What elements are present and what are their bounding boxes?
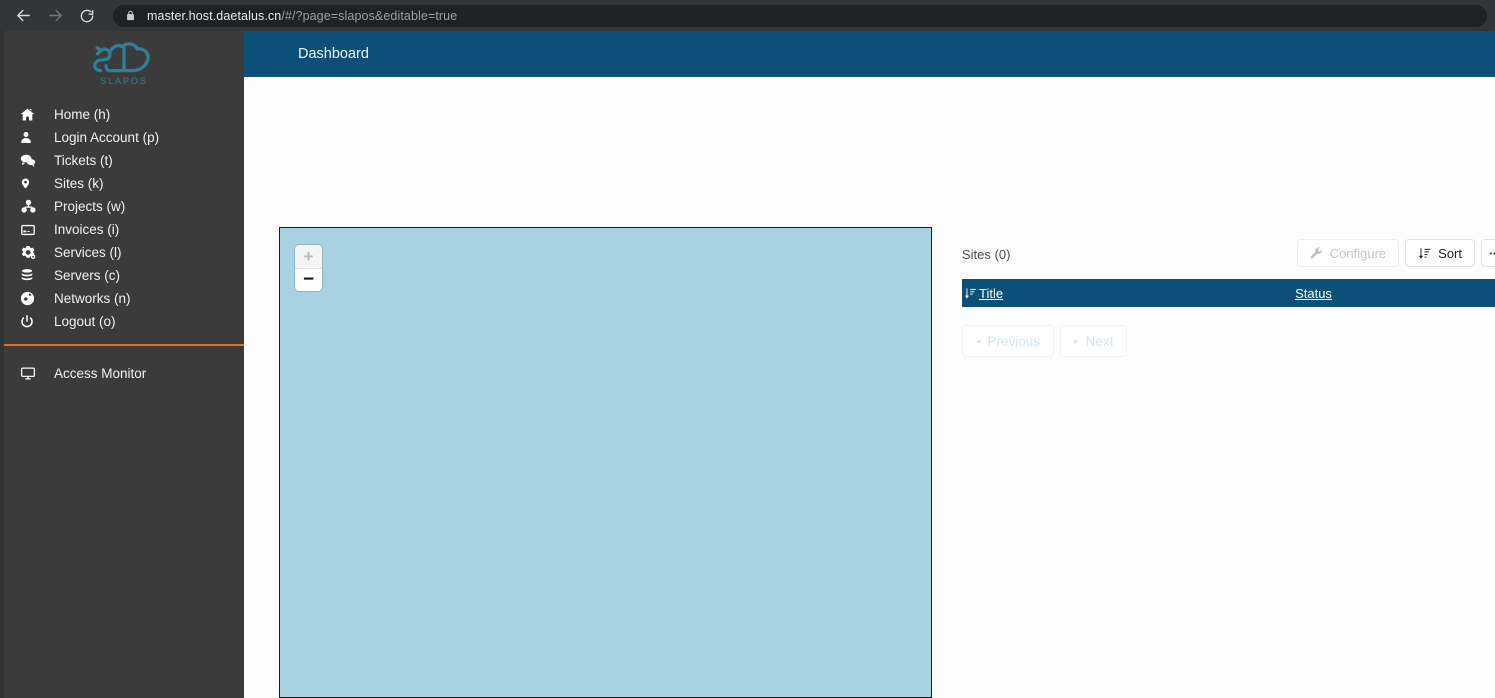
- globe-icon: [20, 291, 44, 306]
- configure-button[interactable]: Configure: [1296, 239, 1400, 267]
- sidebar-item-projects[interactable]: Projects (w): [4, 195, 244, 218]
- reload-icon: [79, 8, 95, 24]
- sitemap-icon: [20, 199, 44, 214]
- slapos-logo-icon: SLAPOS: [93, 42, 150, 86]
- sidebar-item-label: Access Monitor: [54, 365, 147, 381]
- credit-card-icon: [20, 223, 44, 237]
- sidebar: SLAPOS Home (h) Login Account (p) Ticket…: [0, 31, 244, 698]
- sort-button-label: Sort: [1438, 245, 1462, 261]
- sidebar-item-sites[interactable]: Sites (k): [4, 172, 244, 195]
- column-header-title[interactable]: Title: [962, 286, 1003, 301]
- list-count-label: Sites (0): [962, 247, 1011, 262]
- previous-page-button[interactable]: ◂ Previous: [962, 325, 1055, 357]
- svg-text:SLAPOS: SLAPOS: [100, 76, 148, 86]
- lock-icon: [125, 9, 136, 22]
- sort-button[interactable]: Sort: [1405, 239, 1475, 267]
- map-marker-icon: [20, 176, 44, 191]
- sidebar-item-label: Sites (k): [54, 176, 104, 191]
- forward-button[interactable]: [40, 2, 70, 30]
- address-bar[interactable]: master.host.daetalus.cn/#/?page=slapos&e…: [113, 4, 1487, 27]
- sidebar-item-label: Invoices (i): [54, 222, 120, 237]
- reload-button[interactable]: [72, 2, 102, 30]
- sidebar-item-home[interactable]: Home (h): [4, 103, 244, 126]
- map-panel[interactable]: + −: [279, 227, 932, 698]
- back-button[interactable]: [8, 2, 38, 30]
- power-icon: [20, 314, 44, 329]
- sidebar-item-label: Login Account (p): [54, 130, 160, 145]
- sidebar-menu: Home (h) Login Account (p) Tickets (t) S…: [4, 103, 244, 333]
- zoom-out-button[interactable]: −: [295, 268, 322, 291]
- forward-arrow-icon: [47, 7, 64, 24]
- application-root: SLAPOS Home (h) Login Account (p) Ticket…: [0, 31, 1495, 698]
- home-icon: [20, 107, 44, 122]
- list-toolbar-buttons: Configure Sort: [1296, 239, 1495, 267]
- right-triangle-icon: ▸: [1074, 335, 1079, 346]
- previous-page-label: Previous: [987, 333, 1041, 349]
- back-arrow-icon: [15, 7, 32, 24]
- sidebar-item-invoices[interactable]: Invoices (i): [4, 218, 244, 241]
- page-title: Dashboard: [298, 46, 369, 62]
- sidebar-item-services[interactable]: Services (l): [4, 241, 244, 264]
- url-text: master.host.daetalus.cn/#/?page=slapos&e…: [147, 9, 457, 23]
- cogs-icon: [20, 245, 44, 260]
- column-header-status-label: Status: [1295, 285, 1332, 301]
- monitor-icon: [20, 366, 44, 381]
- pagination-controls: ◂ Previous ▸ Next: [962, 325, 1495, 357]
- browser-toolbar: master.host.daetalus.cn/#/?page=slapos&e…: [0, 0, 1495, 31]
- sidebar-item-servers[interactable]: Servers (c): [4, 264, 244, 287]
- database-icon: [20, 268, 44, 283]
- table-header-row: Title Status: [962, 279, 1495, 307]
- sidebar-divider: [4, 344, 244, 346]
- left-triangle-icon: ◂: [976, 335, 981, 346]
- sidebar-item-label: Projects (w): [54, 199, 126, 214]
- list-toolbar: Sites (0) Configure Sort: [962, 239, 1495, 273]
- sidebar-item-login-account[interactable]: Login Account (p): [4, 126, 244, 149]
- sort-icon: [1418, 247, 1431, 260]
- configure-button-label: Configure: [1329, 245, 1387, 261]
- sidebar-item-label: Networks (n): [54, 291, 131, 306]
- sidebar-item-label: Logout (o): [54, 314, 116, 329]
- wrench-icon: [1310, 246, 1323, 260]
- url-path: /#/?page=slapos&editable=true: [281, 8, 458, 23]
- sidebar-item-networks[interactable]: Networks (n): [4, 287, 244, 310]
- ellipsis-icon: [1488, 247, 1495, 260]
- next-page-button[interactable]: ▸ Next: [1060, 325, 1128, 357]
- sidebar-item-tickets[interactable]: Tickets (t): [4, 149, 244, 172]
- column-header-title-label: Title: [979, 285, 1004, 301]
- sidebar-item-logout[interactable]: Logout (o): [4, 310, 244, 333]
- sidebar-item-label: Home (h): [54, 107, 111, 122]
- zoom-in-button[interactable]: +: [295, 245, 322, 268]
- slapos-logo[interactable]: SLAPOS: [4, 31, 244, 93]
- sidebar-item-access-monitor[interactable]: Access Monitor: [4, 361, 244, 385]
- app-header: Dashboard: [244, 31, 1495, 77]
- sort-amount-icon: [964, 286, 977, 301]
- comments-icon: [20, 153, 44, 168]
- sidebar-item-label: Services (l): [54, 245, 122, 260]
- user-icon: [20, 130, 44, 145]
- more-options-button[interactable]: [1481, 239, 1495, 267]
- column-header-status[interactable]: Status: [1295, 286, 1332, 301]
- url-domain: master.host.daetalus.cn: [147, 8, 282, 23]
- sidebar-item-label: Servers (c): [54, 268, 121, 283]
- sidebar-item-label: Tickets (t): [54, 153, 113, 168]
- map-zoom-controls: + −: [294, 244, 323, 292]
- next-page-label: Next: [1085, 333, 1114, 349]
- sites-list-panel: Sites (0) Configure Sort Title Status ◂ …: [962, 239, 1495, 357]
